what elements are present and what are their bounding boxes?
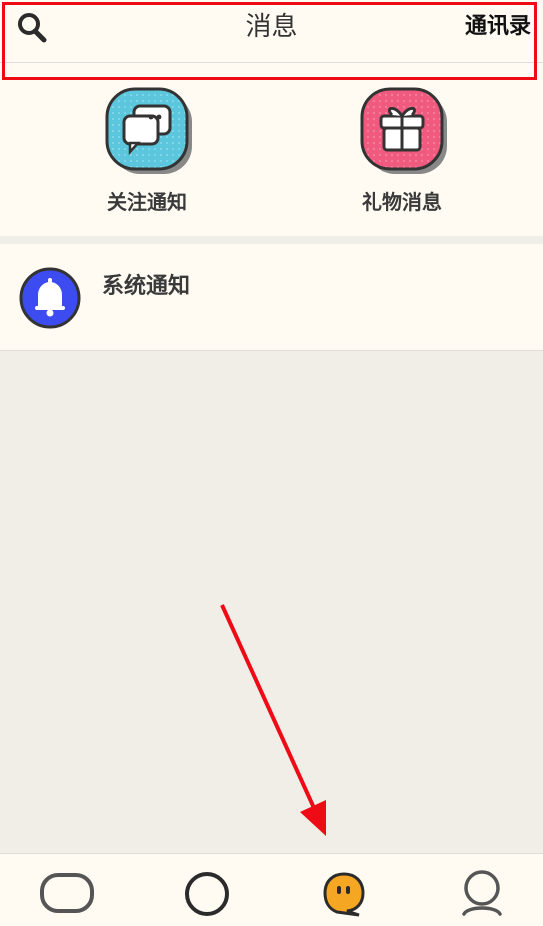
chat-face-icon [323,872,365,917]
bottom-navigation [0,853,543,926]
person-icon [462,870,502,916]
bell-icon [18,266,82,330]
rounded-rect-icon [40,873,94,913]
quick-actions-panel: 关注通知 礼物消息 [0,83,543,236]
chat-bubbles-icon [104,86,194,176]
nav-profile-button[interactable] [452,868,512,918]
circle-icon [185,872,229,916]
gift-message-label: 礼物消息 [362,190,442,214]
nav-messages-button[interactable] [315,868,375,918]
system-notice-label: 系统通知 [102,274,191,299]
gift-icon [359,86,449,176]
follow-notice-label: 关注通知 [107,190,187,214]
annotation-highlight-box [2,2,537,80]
section-separator [0,236,543,244]
nav-discover-button[interactable] [177,868,237,918]
system-notice-row[interactable]: 系统通知 [0,244,543,351]
nav-home-button[interactable] [37,868,97,918]
follow-notice-button[interactable]: 关注通知 [77,86,217,226]
gift-message-button[interactable]: 礼物消息 [332,86,472,226]
